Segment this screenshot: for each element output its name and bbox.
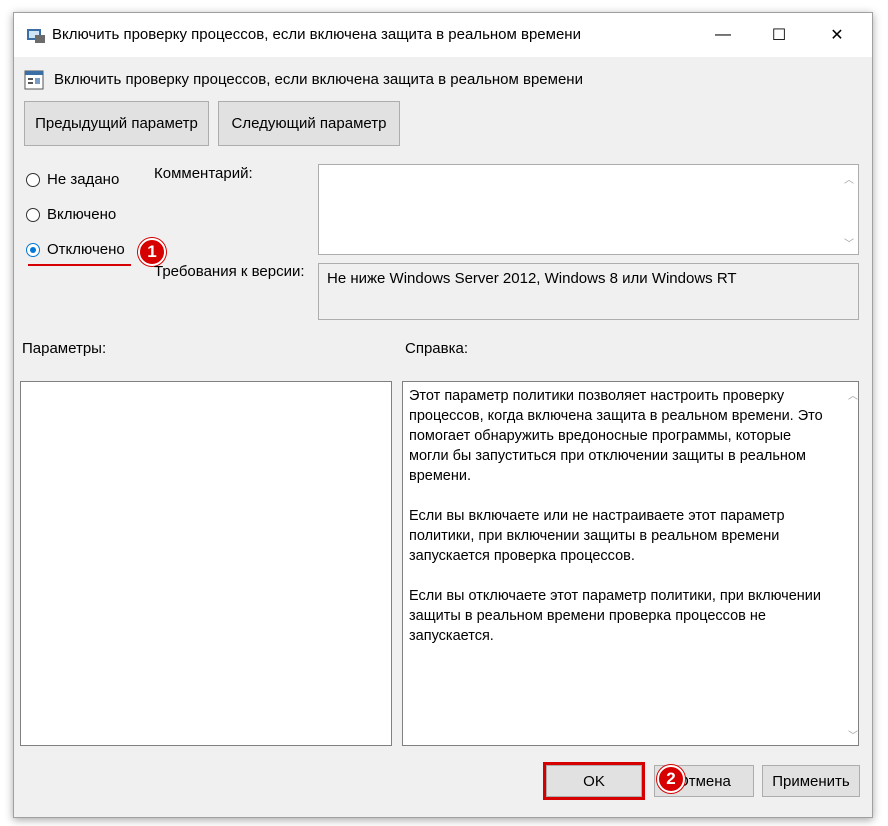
radio-label: Не задано: [47, 171, 120, 188]
help-paragraph: Этот параметр политики позволяет настрои…: [409, 388, 823, 484]
ok-button[interactable]: OK: [543, 762, 645, 800]
comment-textarea[interactable]: [318, 164, 859, 255]
step-badge-1: 1: [138, 238, 166, 266]
highlight-underline: [28, 264, 131, 266]
step-badge-2: 2: [657, 765, 685, 793]
help-paragraph: Если вы отключаете этот параметр политик…: [409, 588, 821, 644]
radio-circle-icon[interactable]: [26, 172, 40, 187]
previous-setting-button[interactable]: Предыдущий параметр: [24, 101, 209, 146]
help-panel: Этот параметр политики позволяет настрои…: [402, 381, 859, 746]
version-value: Не ниже Windows Server 2012, Windows 8 и…: [327, 270, 737, 287]
minimize-button[interactable]: —: [700, 13, 746, 57]
policy-dialog: Включить проверку процессов, если включе…: [13, 12, 873, 818]
maximize-button[interactable]: ☐: [756, 13, 802, 57]
chevron-down-icon[interactable]: ﹀: [844, 235, 868, 250]
title-bar: Включить проверку процессов, если включе…: [14, 13, 872, 57]
policy-name: Включить проверку процессов, если включе…: [54, 71, 583, 88]
radio-disabled[interactable]: Отключено: [26, 241, 125, 258]
version-requirements-box: Не ниже Windows Server 2012, Windows 8 и…: [318, 263, 859, 320]
radio-circle-icon[interactable]: [26, 207, 40, 222]
radio-not-configured[interactable]: Не задано: [26, 171, 119, 188]
chevron-up-icon[interactable]: ︿: [848, 387, 858, 402]
policy-setting-icon: [24, 70, 44, 90]
radio-checked-icon[interactable]: [26, 242, 40, 257]
apply-button[interactable]: Применить: [762, 765, 860, 797]
radio-label: Включено: [47, 206, 117, 223]
help-label: Справка:: [405, 340, 469, 357]
chevron-down-icon[interactable]: ﹀: [848, 727, 858, 742]
version-label: Требования к версии:: [154, 263, 305, 280]
chevron-up-icon[interactable]: ︿: [844, 171, 868, 186]
window-title: Включить проверку процессов, если включе…: [52, 26, 581, 43]
parameters-panel: [20, 381, 392, 746]
policy-editor-icon: [27, 29, 45, 43]
next-setting-button[interactable]: Следующий параметр: [218, 101, 400, 146]
radio-label: Отключено: [47, 241, 125, 258]
radio-enabled[interactable]: Включено: [26, 206, 116, 223]
comment-label: Комментарий:: [154, 165, 253, 182]
help-paragraph: Если вы включаете или не настраиваете эт…: [409, 508, 785, 564]
close-button[interactable]: ✕: [814, 13, 860, 57]
parameters-label: Параметры:: [22, 340, 107, 357]
